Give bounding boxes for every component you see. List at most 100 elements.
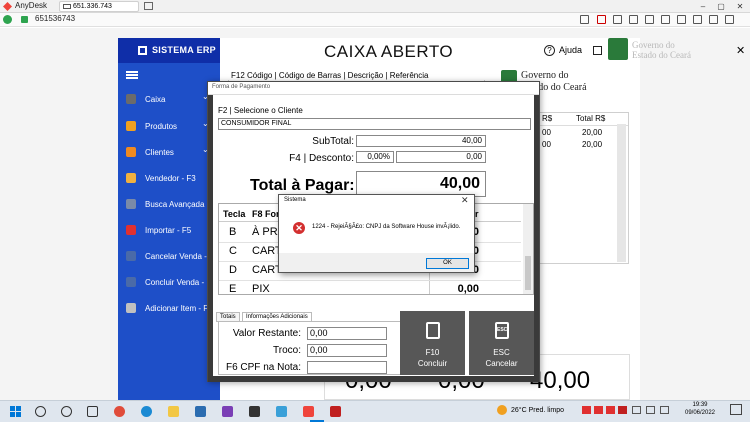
error-dialog: Sistema ✕ ✕ 1224 - RejeiÃ§Ã£o: CNPJ da S… (278, 194, 475, 273)
help-icon[interactable]: ? (544, 45, 555, 56)
methods-scroll-thumb[interactable] (525, 256, 531, 290)
method-key: B (229, 226, 237, 238)
keyboard-icon[interactable] (661, 15, 670, 24)
discount-value-field[interactable]: 0,00 (396, 151, 486, 163)
sidebar-item-label: Vendedor - F3 (145, 174, 196, 183)
minimize-button[interactable]: – (696, 1, 710, 12)
error-titlebar: Sistema ✕ (279, 195, 474, 207)
government-name-line1: Governo do (521, 70, 569, 81)
method-key: D (229, 264, 237, 276)
visual-studio-icon[interactable] (222, 406, 233, 417)
weather-icon[interactable] (497, 405, 507, 415)
edge-icon[interactable] (141, 406, 152, 417)
anydesk-app-name: AnyDesk (15, 1, 48, 10)
app-cross-icon[interactable] (276, 406, 287, 417)
items-header-total: Total R$ (576, 114, 606, 123)
sidebar-item[interactable]: Busca Avançada - F4 (118, 196, 221, 214)
cancel-button[interactable]: ESC ESC Cancelar (469, 311, 534, 375)
remaining-label: Valor Restante: (232, 328, 301, 339)
tray-icon[interactable] (606, 406, 615, 414)
display-icon[interactable] (613, 15, 622, 24)
items-scrollbar[interactable] (617, 124, 626, 262)
close-icon[interactable]: ✕ (461, 195, 469, 206)
network-icon[interactable] (646, 406, 655, 414)
error-title: Sistema (284, 197, 306, 203)
total-label: Total à Pagar: (250, 177, 355, 194)
help-label[interactable]: Ajuda (559, 45, 582, 55)
volume-icon[interactable] (660, 406, 669, 414)
clock-date[interactable]: 09/06/2022 (683, 410, 717, 416)
settings-icon[interactable] (709, 15, 718, 24)
clipboard-check-icon (426, 322, 440, 339)
lock-icon (21, 16, 28, 23)
sidebar-item[interactable]: Produtos ⌄ (118, 118, 220, 136)
cancel-key: ESC (493, 348, 510, 357)
cpf-field[interactable] (307, 361, 387, 374)
remote-desktop-left (0, 28, 118, 400)
sidebar-item[interactable]: Caixa ⌄ (118, 91, 220, 109)
new-tab-icon[interactable] (144, 2, 153, 10)
sidebar-item-label: Produtos (145, 122, 178, 131)
actions-icon[interactable] (645, 15, 654, 24)
camera-icon[interactable] (677, 15, 686, 24)
cortana-icon[interactable] (61, 406, 72, 417)
methods-header-method: F8 For (252, 209, 280, 219)
weather-text[interactable]: 26°C Pred. limpo (511, 407, 564, 414)
discount-label: F4 | Desconto: (289, 153, 354, 164)
notifications-icon[interactable] (730, 404, 742, 415)
discount-percent-field[interactable]: 0,00% (356, 151, 394, 163)
file-explorer-icon[interactable] (168, 406, 179, 417)
remote-icon[interactable] (597, 15, 606, 24)
mail-icon[interactable] (195, 406, 206, 417)
search-icon[interactable] (35, 406, 46, 417)
sidebar-item[interactable]: Adicionar Item - F9 (118, 300, 220, 318)
ok-button[interactable]: OK (426, 258, 469, 269)
cpf-label: F6 CPF na Nota: (225, 362, 301, 373)
sidebar-item[interactable]: Importar - F5 (118, 222, 220, 240)
chrome-icon[interactable] (114, 406, 125, 417)
session-tab[interactable]: 651.336.743 (59, 1, 139, 12)
file-icon[interactable] (580, 15, 589, 24)
methods-header-key: Tecla (223, 209, 246, 219)
conclude-button[interactable]: F10 Concluir (400, 311, 465, 375)
sidebar-item[interactable]: Cancelar Venda - F6 (118, 248, 220, 266)
sidebar-item[interactable]: Concluir Venda - F7 (118, 274, 220, 292)
anydesk-logo-icon (3, 2, 12, 11)
clock-time[interactable]: 19:39 (689, 402, 711, 408)
change-field: 0,00 (307, 344, 387, 357)
anydesk-taskbar-icon[interactable] (303, 406, 314, 417)
error-icon: ✕ (293, 222, 305, 234)
filezilla-icon[interactable] (330, 406, 341, 417)
app-fw-icon[interactable] (249, 406, 260, 417)
tray-icon[interactable] (618, 406, 627, 414)
search-hint: F12 Código | Código de Barras | Descriçã… (231, 71, 429, 80)
subtotal-field: 40,00 (356, 135, 486, 147)
dialog-frame (208, 95, 213, 382)
tray-icon[interactable] (632, 406, 641, 414)
close-button[interactable]: ✕ (733, 1, 747, 12)
items-cell: 20,00 (582, 128, 603, 137)
maximize-button[interactable]: ▢ (714, 1, 728, 12)
files-icon[interactable] (693, 15, 702, 24)
sidebar-item-icon (126, 94, 136, 104)
tray-icon[interactable] (594, 406, 603, 414)
menu-icon[interactable] (725, 15, 734, 24)
sidebar-item-icon (126, 251, 136, 261)
sidebar-item[interactable]: Clientes ⌄ (118, 144, 220, 162)
sidebar-item-icon (126, 147, 136, 157)
app-minimize-icon[interactable] (593, 46, 602, 55)
hamburger-menu-icon[interactable] (126, 71, 138, 79)
app-close-icon[interactable]: ✕ (736, 44, 745, 57)
client-field[interactable]: CONSUMIDOR FINAL (218, 118, 531, 130)
chat-icon[interactable] (629, 15, 638, 24)
task-view-icon[interactable] (87, 406, 98, 417)
methods-header-value: r (475, 209, 479, 219)
windows-start-icon[interactable] (10, 406, 21, 417)
payment-window-title: Forma de Pagamento (212, 84, 271, 90)
sidebar-item-label: Importar - F5 (145, 226, 192, 235)
sidebar-item[interactable]: Vendedor - F3 (118, 170, 220, 188)
tray-icon[interactable] (582, 406, 591, 414)
brand-name: SISTEMA ERP (152, 45, 216, 55)
anydesk-titlebar: AnyDesk 651.336.743 – ▢ ✕ (0, 0, 750, 13)
payment-titlebar: Forma de Pagamento (208, 82, 539, 95)
